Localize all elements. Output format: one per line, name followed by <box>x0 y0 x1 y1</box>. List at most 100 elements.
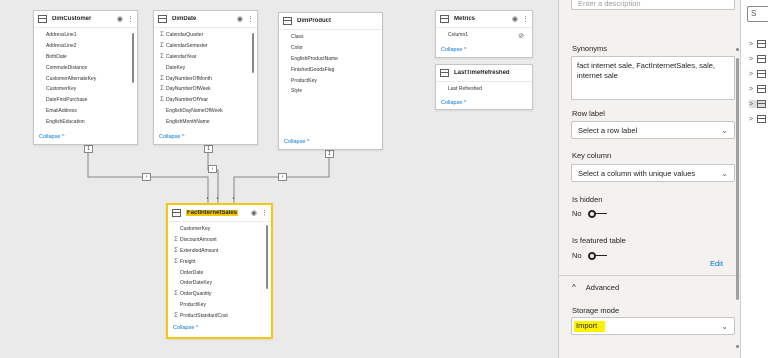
field-row[interactable]: Σ DayNumberOfWeek <box>154 84 257 95</box>
fields-pane-item[interactable]: > <box>749 70 767 78</box>
field-row[interactable]: EnglishDayNameOfWeek <box>154 106 257 117</box>
more-options-icon[interactable]: ⋮ <box>261 209 268 217</box>
field-row[interactable]: Style <box>279 86 382 97</box>
collapse-link[interactable]: Collapse ^ <box>39 134 65 140</box>
table-icon <box>757 115 767 123</box>
is-featured-toggle[interactable] <box>587 251 608 260</box>
scrollbar[interactable] <box>132 33 134 83</box>
table-card-dimdate[interactable]: DimDate ◉ ⋮ Σ CalendarQuarter Σ CalendarSem… <box>153 10 258 145</box>
is-hidden-toggle[interactable] <box>587 209 608 218</box>
sigma-icon: Σ <box>174 247 178 254</box>
fields-pane-item[interactable]: > <box>749 55 767 63</box>
table-card-metrics[interactable]: Metrics ◉ ⋮ Column1 ⊘ Collapse ^ <box>435 10 533 58</box>
field-row[interactable]: FinishedGoodsFlag <box>279 64 382 75</box>
scrollbar-thumb[interactable] <box>736 58 739 300</box>
field-row[interactable]: Class <box>279 32 382 43</box>
collapse-link[interactable]: Collapse ^ <box>441 100 467 106</box>
field-row[interactable]: Last Refreshed <box>436 84 532 95</box>
sigma-icon: Σ <box>160 97 164 104</box>
scroll-down-arrow[interactable] <box>736 345 739 348</box>
key-column-dropdown[interactable]: Select a column with unique values ⌄ <box>571 164 735 182</box>
field-row[interactable]: BirthDate <box>34 52 137 63</box>
field-row[interactable]: EnglishProductName <box>279 54 382 65</box>
field-row[interactable]: OrderDate <box>168 267 271 278</box>
collapse-link[interactable]: Collapse ^ <box>284 139 310 145</box>
table-icon <box>757 100 767 108</box>
one-badge-customer: 1 <box>84 145 93 153</box>
description-input[interactable]: Enter a description <box>571 0 735 10</box>
table-card-dimproduct[interactable]: DimProduct Class Color EnglishProductName F… <box>278 12 383 150</box>
model-canvas[interactable]: 1 › 1 › 1 ‹ * * * DimCustomer ◉ ⋮ Addres… <box>0 0 558 358</box>
search-input[interactable]: S <box>747 6 768 22</box>
eye-icon[interactable]: ◉ <box>512 15 518 23</box>
hidden-eye-icon[interactable]: ⊘ <box>518 32 524 40</box>
more-options-icon[interactable]: ⋮ <box>247 15 254 23</box>
field-row[interactable]: CustomerKey <box>34 84 137 95</box>
card-header[interactable]: LastTimeRefreshed <box>436 65 532 82</box>
field-row[interactable]: Σ CalendarQuarter <box>154 30 257 41</box>
field-row[interactable]: Σ Freight <box>168 256 271 267</box>
fields-pane-item[interactable]: > <box>749 40 767 48</box>
field-row[interactable]: EnglishMonthName <box>154 116 257 127</box>
storage-mode-dropdown[interactable]: Import ⌄ <box>571 317 735 335</box>
table-card-lasttimerefreshed[interactable]: LastTimeRefreshed Last Refreshed Collaps… <box>435 64 533 110</box>
eye-icon[interactable]: ◉ <box>117 15 123 23</box>
edit-link[interactable]: Edit <box>710 259 723 268</box>
field-row[interactable]: AddressLine2 <box>34 41 137 52</box>
field-row[interactable]: Σ OrderQuantity <box>168 289 271 300</box>
field-row[interactable]: Σ ExtendedAmount <box>168 246 271 257</box>
table-title: DimDate <box>172 16 197 22</box>
field-row[interactable]: DateKey <box>154 62 257 73</box>
fields-pane-item[interactable]: > <box>749 115 767 123</box>
fields-pane-item[interactable]: > <box>749 85 767 93</box>
field-name: FinishedGoodsFlag <box>291 66 335 73</box>
chevron-right-icon: > <box>749 70 754 78</box>
field-row[interactable]: ProductKey <box>168 300 271 311</box>
scrollbar[interactable] <box>266 225 268 289</box>
search-icon: S <box>751 9 757 18</box>
divider <box>559 275 740 276</box>
field-row[interactable]: EmailAddress <box>34 106 137 117</box>
collapse-link[interactable]: Collapse ^ <box>159 134 185 140</box>
direction-badge-date: › <box>208 165 217 173</box>
advanced-section-toggle[interactable]: ^ Advanced <box>572 283 619 292</box>
field-row[interactable]: CustomerAlternateKey <box>34 73 137 84</box>
scroll-up-arrow[interactable] <box>736 48 739 51</box>
eye-icon[interactable]: ◉ <box>237 15 243 23</box>
field-row[interactable]: CustomerKey <box>168 224 271 235</box>
row-label-dropdown[interactable]: Select a row label ⌄ <box>571 121 735 139</box>
field-row[interactable]: CommuteDistance <box>34 62 137 73</box>
table-card-factinternetsales[interactable]: FactInternetSales ◉ ⋮ CustomerKey Σ Discou… <box>166 203 273 339</box>
field-row[interactable]: Σ DiscountAmount <box>168 235 271 246</box>
card-header[interactable]: Metrics ◉ ⋮ <box>436 11 532 28</box>
table-icon <box>440 69 449 77</box>
field-row[interactable]: ProductKey <box>279 75 382 86</box>
field-row[interactable]: Σ DayNumberOfYear <box>154 95 257 106</box>
card-header[interactable]: FactInternetSales ◉ ⋮ <box>168 205 271 222</box>
card-header[interactable]: DimDate ◉ ⋮ <box>154 11 257 28</box>
collapse-link[interactable]: Collapse ^ <box>173 325 199 331</box>
key-column-value: Select a column with unique values <box>578 168 696 178</box>
field-row[interactable]: Color <box>279 43 382 54</box>
scrollbar[interactable] <box>252 33 254 73</box>
field-row[interactable]: Σ CalendarSemester <box>154 41 257 52</box>
more-options-icon[interactable]: ⋮ <box>522 15 529 23</box>
sigma-icon: Σ <box>174 237 178 244</box>
field-row[interactable]: AddressLine1 <box>34 30 137 41</box>
field-row[interactable]: OrderDateKey <box>168 278 271 289</box>
field-row[interactable]: Σ CalendarYear <box>154 52 257 63</box>
table-card-dimcustomer[interactable]: DimCustomer ◉ ⋮ AddressLine1 AddressLine2… <box>33 10 138 145</box>
table-icon <box>158 15 167 23</box>
field-row[interactable]: DateFirstPurchase <box>34 95 137 106</box>
collapse-link[interactable]: Collapse ^ <box>441 47 467 53</box>
card-header[interactable]: DimCustomer ◉ ⋮ <box>34 11 137 28</box>
field-row[interactable]: EnglishEducation <box>34 116 137 127</box>
fields-pane-item-selected[interactable]: > <box>749 100 767 108</box>
synonyms-textarea[interactable]: fact internet sale, FactInternetSales, s… <box>571 56 735 100</box>
sigma-icon: Σ <box>160 75 164 82</box>
eye-icon[interactable]: ◉ <box>251 209 257 217</box>
more-options-icon[interactable]: ⋮ <box>127 15 134 23</box>
field-row[interactable]: Σ DayNumberOfMonth <box>154 73 257 84</box>
field-row[interactable]: Σ ProductStandardCost <box>168 310 271 321</box>
card-header[interactable]: DimProduct <box>279 13 382 30</box>
